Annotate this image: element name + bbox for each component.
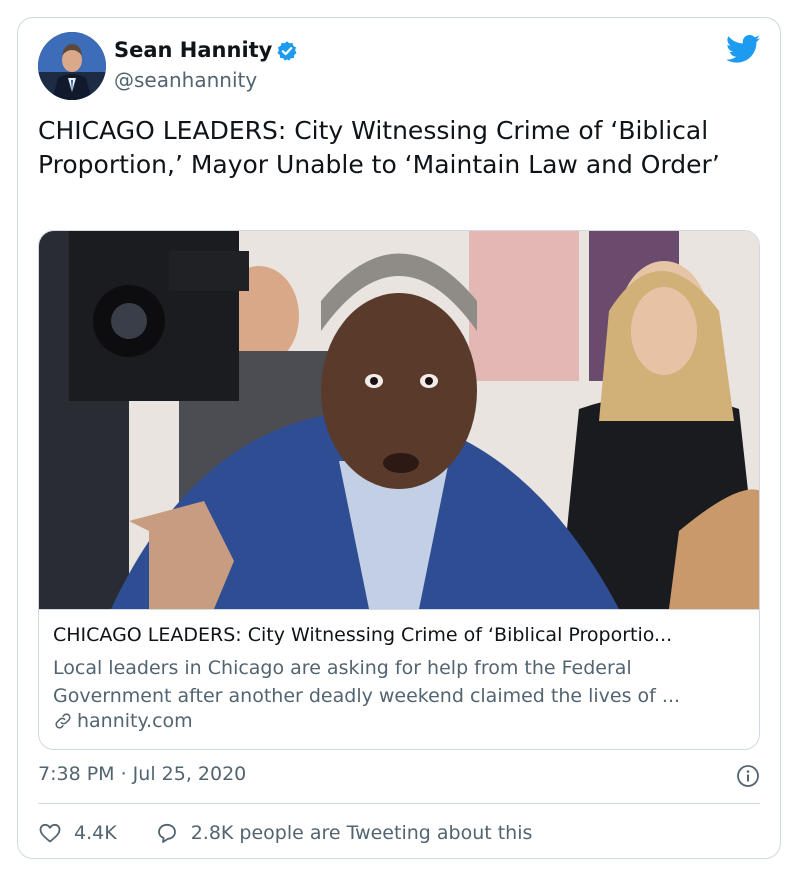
link-preview-card[interactable]: CHICAGO LEADERS: City Witnessing Crime o… <box>38 230 760 750</box>
avatar[interactable] <box>38 32 106 100</box>
twitter-bird-icon[interactable] <box>726 34 760 64</box>
author-handle[interactable]: @seanhannity <box>114 68 257 92</box>
link-preview-body[interactable]: CHICAGO LEADERS: City Witnessing Crime o… <box>39 609 759 749</box>
speech-bubble-icon[interactable] <box>155 821 179 845</box>
tweet-timestamp[interactable]: 7:38 PM · Jul 25, 2020 <box>38 763 246 785</box>
divider <box>38 803 760 804</box>
info-icon[interactable] <box>736 764 760 788</box>
engagement-bar: 4.4K 2.8K people are Tweeting about this <box>38 818 532 848</box>
reply-action[interactable]: 2.8K people are Tweeting about this <box>155 821 533 845</box>
verified-badge-icon <box>277 41 297 61</box>
heart-icon[interactable] <box>38 821 62 845</box>
like-action[interactable]: 4.4K <box>38 821 117 845</box>
link-icon <box>55 713 71 729</box>
like-count: 4.4K <box>74 822 117 844</box>
link-preview-image[interactable] <box>39 231 759 609</box>
tweet-text: CHICAGO LEADERS: City Witnessing Crime o… <box>38 116 720 179</box>
link-title[interactable]: CHICAGO LEADERS: City Witnessing Crime o… <box>53 624 672 646</box>
link-domain-label: hannity.com <box>77 710 193 732</box>
author-name[interactable]: Sean Hannity <box>114 38 272 62</box>
link-description: Local leaders in Chicago are asking for … <box>53 657 681 707</box>
tweeting-about-text: 2.8K people are Tweeting about this <box>190 822 533 844</box>
link-domain[interactable]: hannity.com <box>53 710 193 732</box>
